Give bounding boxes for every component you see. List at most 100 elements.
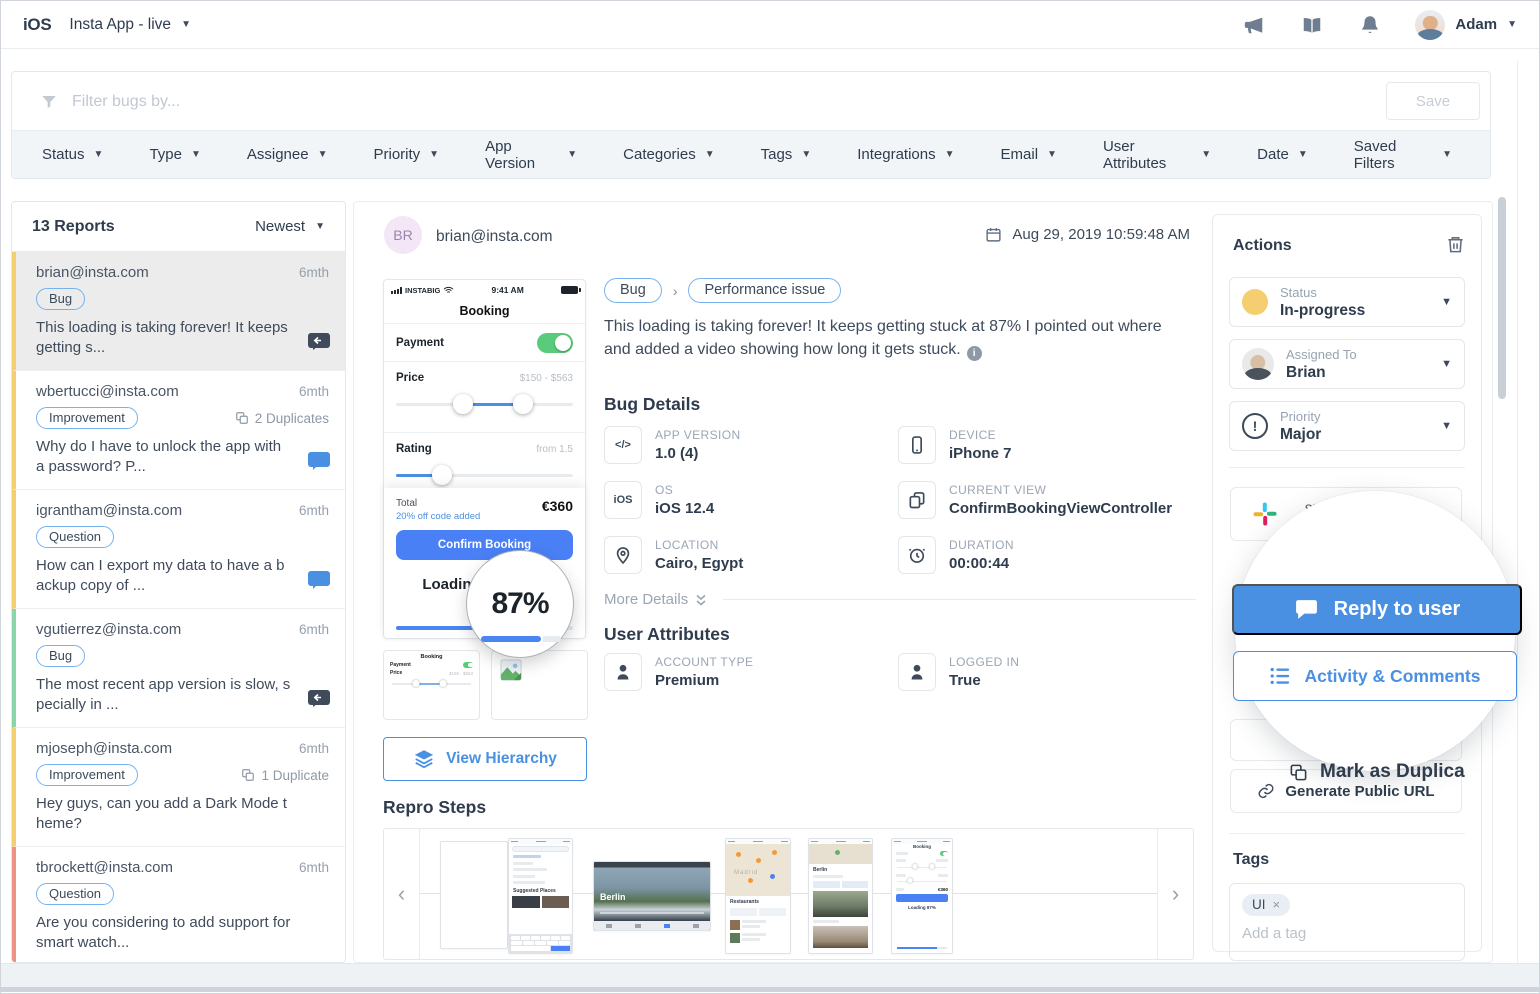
filter-priority[interactable]: Priority ▼ (374, 146, 440, 163)
report-list-item[interactable]: tbrockett@insta.com 6mth Question Are you… (12, 847, 345, 962)
total-value: €360 (541, 498, 573, 514)
window-bottom-edge (1, 987, 1539, 992)
user-avatar[interactable] (1415, 9, 1446, 40)
link-icon (1258, 783, 1274, 799)
attr-logged-in: LOGGED IN True (898, 652, 1198, 692)
breadcrumb-separator: › (672, 282, 678, 299)
carrier-label: INSTABIG (405, 285, 441, 295)
filter-user-attributes[interactable]: User Attributes ▼ (1103, 138, 1211, 172)
reports-sidebar: 13 Reports Newest ▼ brian@insta.com 6mth B… (11, 201, 346, 963)
repro-step-thumbnail[interactable]: Suggested Places (508, 838, 573, 954)
bug-details-grid: </> APP VERSION 1.0 (4) DEVICE iPhone 7 iO… (604, 425, 1198, 575)
report-type-badge: Improvement (36, 764, 138, 786)
report-email: igrantham@insta.com (36, 502, 183, 519)
user-attributes-grid: ACCOUNT TYPE Premium LOGGED IN True (604, 652, 1198, 692)
tag-chip[interactable]: UI × (1242, 894, 1291, 916)
priority-dropdown[interactable]: ! Priority Major ▼ (1229, 401, 1465, 451)
docs-icon[interactable] (1301, 14, 1323, 36)
wifi-icon (443, 286, 454, 293)
report-type-badge: Improvement (36, 407, 138, 429)
bell-icon[interactable] (1359, 14, 1381, 36)
price-slider (396, 394, 573, 414)
chevron-down-icon[interactable]: ▼ (181, 19, 191, 30)
info-icon[interactable]: i (966, 346, 982, 361)
duplicates-badge: 2 Duplicates (235, 411, 329, 426)
comment-icon (307, 451, 331, 471)
remove-tag-icon[interactable]: × (1273, 897, 1281, 912)
signal-icon (391, 286, 403, 294)
trash-icon[interactable] (1446, 235, 1465, 254)
save-filter-button[interactable]: Save (1386, 82, 1480, 120)
bug-details-title: Bug Details (604, 394, 701, 414)
more-details-toggle[interactable]: More Details (604, 591, 1196, 608)
announcements-icon[interactable] (1243, 14, 1265, 36)
report-age: 6mth (298, 860, 329, 875)
filter-tags[interactable]: Tags ▼ (761, 146, 812, 163)
bug-screenshot[interactable]: INSTABIG 9:41 AM Booking Payment Price $… (383, 279, 586, 658)
report-preview: The most recent app version is slow, spe… (36, 676, 291, 713)
repro-step-thumbnail[interactable] (440, 841, 508, 949)
status-dropdown[interactable]: Status In-progress ▼ (1229, 277, 1465, 327)
confirm-booking-button: Confirm Booking (396, 530, 573, 560)
filter-email[interactable]: Email ▼ (1001, 146, 1057, 163)
filter-categories[interactable]: Categories ▼ (623, 146, 714, 163)
add-tag-input[interactable] (1242, 925, 1452, 942)
user-name[interactable]: Adam (1455, 16, 1497, 33)
chevron-down-icon: ▼ (1441, 358, 1452, 370)
repro-step-thumbnail[interactable]: Madrid Restaurants (725, 838, 791, 954)
filter-app-version[interactable]: App Version ▼ (485, 138, 577, 172)
attachment-thumbnail[interactable] (491, 650, 588, 720)
assignee-dropdown[interactable]: Assigned To Brian ▼ (1229, 339, 1465, 389)
report-list-item[interactable]: wbertucci@insta.com 6mth Improvement 2 Du… (12, 371, 345, 490)
report-list-item[interactable]: mjoseph@insta.com 6mth Improvement 1 Dupl… (12, 728, 345, 847)
mini-toggle-icon (463, 662, 473, 668)
tags-editor[interactable]: UI × (1229, 883, 1465, 961)
detail-duration: DURATION 00:00:44 (898, 535, 1198, 575)
phone-status-bar: INSTABIG 9:41 AM (384, 280, 585, 300)
user-menu-chevron-icon[interactable]: ▼ (1507, 19, 1517, 30)
filter-date[interactable]: Date ▼ (1257, 146, 1308, 163)
filter-status[interactable]: Status ▼ (42, 146, 103, 163)
scrollbar[interactable] (1498, 197, 1506, 399)
filter-assignee[interactable]: Assignee ▼ (247, 146, 328, 163)
attachment-thumbnail[interactable]: Booking Payment Price $150 - $563 (383, 650, 480, 720)
reply-to-user-button[interactable]: Reply to user (1232, 584, 1522, 635)
chat-bubble-icon (1295, 600, 1317, 619)
city-caption: Berlin (600, 892, 626, 902)
report-list-item[interactable]: igrantham@insta.com 6mth Question How can… (12, 490, 345, 609)
activity-comments-button[interactable]: Activity & Comments (1233, 651, 1517, 701)
saved-filters-menu[interactable]: Saved Filters ▼ (1354, 138, 1452, 172)
report-timestamp: Aug 29, 2019 10:59:48 AM (985, 226, 1190, 243)
app-switcher[interactable]: Insta App - live (69, 16, 171, 34)
report-list-item[interactable]: vgutierrez@insta.com 6mth Bug The most re… (12, 609, 345, 728)
price-label: Price (396, 372, 425, 384)
view-hierarchy-button[interactable]: View Hierarchy (383, 737, 587, 781)
filter-type[interactable]: Type ▼ (149, 146, 200, 163)
phone-icon (898, 426, 936, 464)
platform-logo: iOS (23, 14, 52, 34)
sort-dropdown[interactable]: Newest ▼ (255, 218, 325, 235)
filter-integrations[interactable]: Integrations ▼ (857, 146, 954, 163)
repro-step-thumbnail[interactable]: Berlin (593, 861, 711, 931)
repro-step-thumbnail[interactable]: Berlin (808, 838, 873, 954)
report-list-item[interactable]: brian@insta.com 6mth Bug This loading is … (12, 252, 345, 371)
chevron-down-icon: ▼ (1441, 420, 1452, 432)
page-bottom-band (1, 963, 1539, 987)
filter-search-input[interactable] (72, 93, 1462, 111)
breadcrumb-type[interactable]: Bug (604, 278, 662, 303)
repro-step-thumbnail[interactable]: Booking €360 Loading 87% (891, 838, 953, 954)
chevron-down-icon: ▼ (1441, 296, 1452, 308)
carousel-next-button[interactable]: › (1157, 829, 1193, 959)
divider (1229, 833, 1465, 834)
mark-as-duplicate-magnified[interactable]: Mark as Duplica (1289, 761, 1469, 783)
list-icon (1271, 667, 1290, 685)
slack-icon (1253, 502, 1277, 526)
report-age: 6mth (298, 622, 329, 637)
report-detail: BR brian@insta.com Aug 29, 2019 10:59:48… (353, 201, 1522, 963)
screens-icon (898, 481, 936, 519)
breadcrumb-category[interactable]: Performance issue (688, 278, 842, 303)
replied-comment-icon (307, 332, 331, 352)
carousel-prev-button[interactable]: ‹ (384, 829, 420, 959)
suggested-places-label: Suggested Places (513, 888, 556, 894)
detail-location: LOCATION Cairo, Egypt (604, 535, 898, 575)
